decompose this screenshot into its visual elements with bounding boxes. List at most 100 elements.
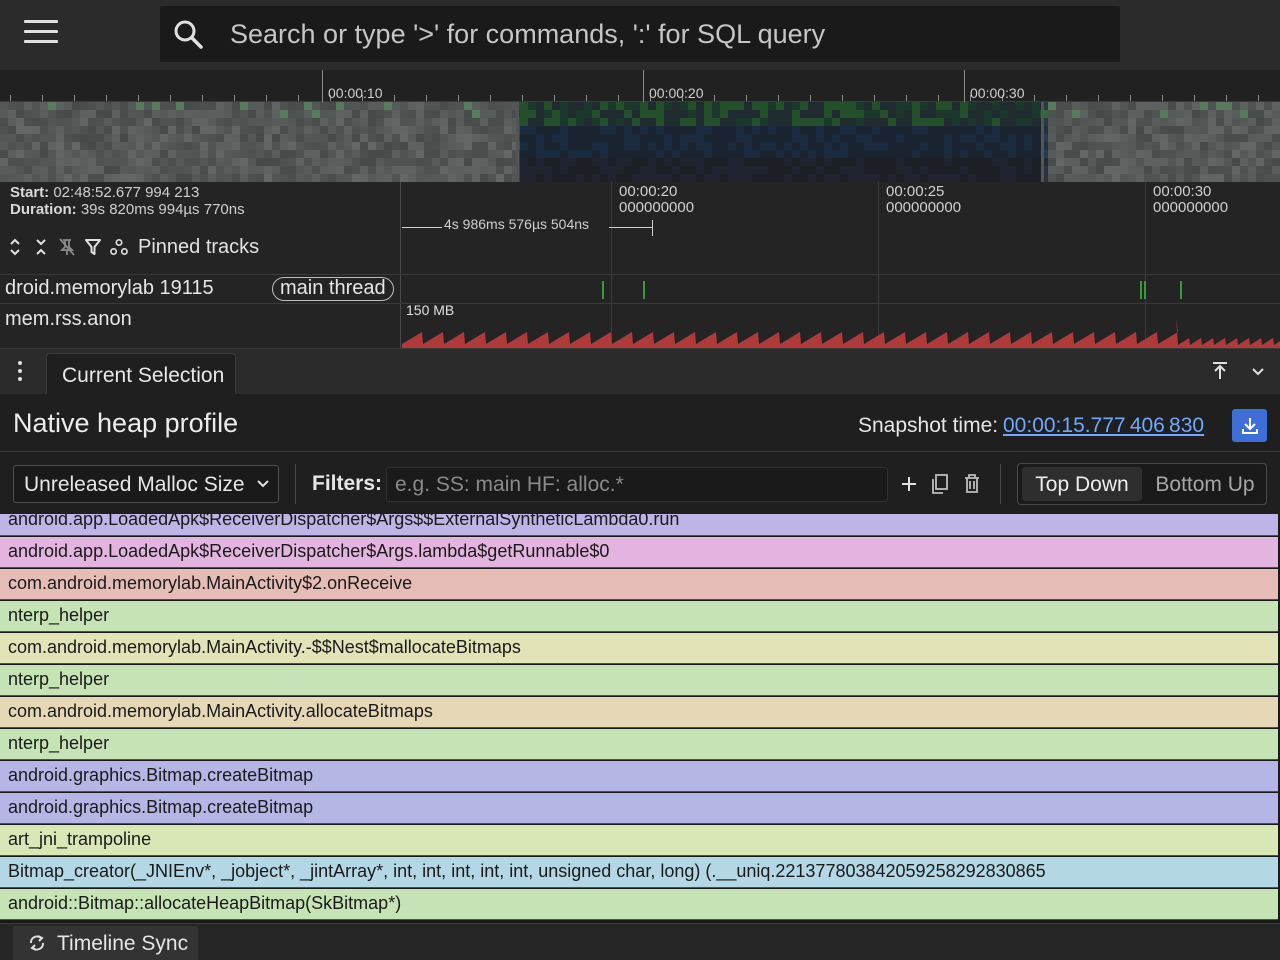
omnibox-input[interactable] — [230, 6, 1100, 62]
heatmap-cell — [1048, 110, 1056, 118]
flamegraph-frame[interactable]: nterp_helper — [0, 729, 1278, 760]
heatmap-cell — [136, 142, 144, 150]
heatmap-cell — [176, 102, 184, 110]
heatmap-cell — [432, 110, 440, 118]
heatmap-cell — [1048, 118, 1056, 126]
flamegraph-frame[interactable]: art_jni_trampoline — [0, 825, 1278, 856]
heatmap-cell — [152, 134, 160, 142]
ruler-major-tick — [964, 70, 965, 102]
omnibox[interactable] — [160, 6, 1120, 62]
flamegraph-frame[interactable]: com.android.memorylab.MainActivity.alloc… — [0, 697, 1278, 728]
heatmap-cell — [24, 158, 32, 166]
heatmap-cell — [264, 110, 272, 118]
heatmap-cell — [448, 118, 456, 126]
heatmap-cell — [312, 150, 320, 158]
heatmap-cell — [1272, 110, 1280, 118]
heatmap-cell — [24, 150, 32, 158]
heatmap-cell — [1200, 102, 1208, 110]
filter-icon[interactable] — [84, 236, 102, 258]
heatmap-cell — [1248, 174, 1256, 182]
heatmap-cell — [1160, 102, 1168, 110]
bottom-up-button[interactable]: Bottom Up — [1146, 467, 1264, 501]
thread-slice[interactable] — [1180, 281, 1182, 299]
heatmap-cell — [360, 110, 368, 118]
heatmap-cell — [352, 102, 360, 110]
heatmap-cell — [1080, 126, 1088, 134]
more-vertical-icon[interactable] — [12, 361, 28, 381]
flamegraph[interactable]: android.app.LoadedApk$ReceiverDispatcher… — [0, 514, 1280, 923]
flamegraph-frame[interactable]: nterp_helper — [0, 665, 1278, 696]
heatmap-cell — [1152, 134, 1160, 142]
heatmap-cell — [1088, 158, 1096, 166]
heatmap-cell — [32, 134, 40, 142]
heatmap-cell — [296, 102, 304, 110]
tab-current-selection[interactable]: Current Selection — [46, 353, 236, 395]
heatmap-cell — [1208, 110, 1216, 118]
thread-slice[interactable] — [1144, 281, 1146, 299]
thread-slice[interactable] — [643, 281, 645, 299]
heatmap-cell — [192, 158, 200, 166]
hamburger-menu-icon[interactable] — [24, 20, 58, 48]
heatmap-cell — [1104, 150, 1112, 158]
delete-icon[interactable] — [961, 472, 983, 496]
thread-chip[interactable]: main thread — [272, 277, 394, 301]
heatmap-cell — [1064, 126, 1072, 134]
heatmap-cell — [408, 150, 416, 158]
heatmap-cell — [1064, 134, 1072, 142]
heatmap-cell — [1168, 118, 1176, 126]
heatmap-cell — [152, 102, 160, 110]
heatmap-cell — [1136, 110, 1144, 118]
process-track[interactable]: droid.memorylab 19115 main thread — [0, 274, 1280, 303]
heatmap-cell — [472, 174, 480, 182]
flamegraph-frame[interactable]: com.android.memorylab.MainActivity$2.onR… — [0, 569, 1278, 600]
heatmap-cell — [120, 102, 128, 110]
add-filter-icon[interactable] — [898, 472, 920, 496]
heatmap-cell — [1224, 174, 1232, 182]
timeline-sync-button[interactable]: Timeline Sync — [13, 926, 198, 960]
maximize-panel-icon[interactable] — [1208, 359, 1232, 383]
heatmap-cell — [104, 134, 112, 142]
flamegraph-frame[interactable]: android.graphics.Bitmap.createBitmap — [0, 793, 1278, 824]
collapse-all-icon[interactable] — [32, 236, 50, 258]
overview-visible-window[interactable] — [516, 102, 1044, 182]
heatmap-cell — [224, 134, 232, 142]
heatmap-cell — [8, 166, 16, 174]
heatmap-cell — [224, 102, 232, 110]
metric-select[interactable]: Unreleased Malloc Size — [13, 465, 279, 503]
filters-input[interactable] — [386, 467, 888, 502]
flamegraph-frame[interactable]: android.graphics.Bitmap.createBitmap — [0, 761, 1278, 792]
heatmap-cell — [1200, 110, 1208, 118]
heatmap-cell — [1048, 126, 1056, 134]
heatmap-cell — [1216, 102, 1224, 110]
counter-chart[interactable] — [402, 310, 1280, 348]
thread-slice[interactable] — [602, 281, 604, 299]
heatmap-cell — [352, 150, 360, 158]
heatmap-cell — [1112, 126, 1120, 134]
heatmap-cell — [384, 126, 392, 134]
heatmap-cell — [1192, 102, 1200, 110]
heatmap-cell — [144, 150, 152, 158]
snapshot-time-link[interactable]: 00:00:15.777 406 830 — [1003, 414, 1204, 438]
thread-slice[interactable] — [1140, 281, 1142, 299]
expand-all-icon[interactable] — [6, 236, 24, 258]
flamegraph-frame[interactable]: android::Bitmap::allocateHeapBitmap(SkBi… — [0, 889, 1278, 920]
heatmap-cell — [1104, 166, 1112, 174]
heatmap-cell — [312, 166, 320, 174]
copy-icon[interactable] — [929, 472, 951, 496]
flamegraph-frame[interactable]: android.app.LoadedApk$ReceiverDispatcher… — [0, 514, 1278, 536]
overview-timeline[interactable]: 00:00:10 00:00:20 00:00:30 — [0, 70, 1280, 182]
heatmap-cell — [344, 126, 352, 134]
heatmap-cell — [496, 118, 504, 126]
flamegraph-frame[interactable]: com.android.memorylab.MainActivity.-$$Ne… — [0, 633, 1278, 664]
chevron-down-icon[interactable] — [1246, 359, 1270, 383]
heatmap-cell — [160, 174, 168, 182]
flamegraph-frame[interactable]: android.app.LoadedApk$ReceiverDispatcher… — [0, 537, 1278, 568]
unpin-all-icon[interactable] — [58, 236, 76, 258]
top-down-button[interactable]: Top Down — [1022, 467, 1142, 501]
heatmap-cell — [200, 158, 208, 166]
heatmap-cell — [504, 150, 512, 158]
flamegraph-frame[interactable]: nterp_helper — [0, 601, 1278, 632]
heatmap-cell — [1136, 102, 1144, 110]
flamegraph-frame[interactable]: Bitmap_creator(_JNIEnv*, _jobject*, _jin… — [0, 857, 1278, 888]
download-button[interactable] — [1232, 409, 1267, 442]
